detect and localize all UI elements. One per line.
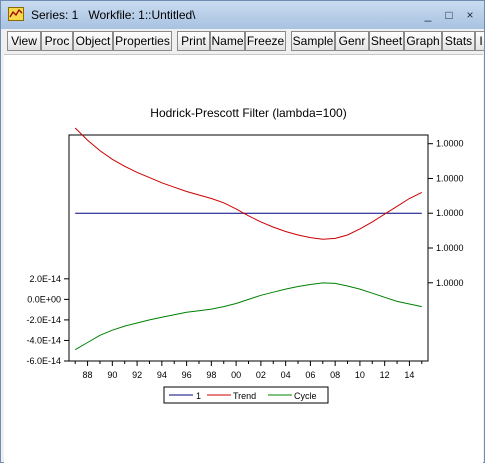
- toolbar: View Proc Object Properties Print Name F…: [4, 31, 484, 53]
- x-axis-tick-label: 02: [256, 370, 266, 380]
- right-axis-tick-label: 1.0000: [436, 278, 464, 288]
- right-axis-tick-label: 1.0000: [436, 243, 464, 253]
- proc-button[interactable]: Proc: [41, 31, 73, 51]
- title-bar[interactable]: Series: 1 Workfile: 1::Untitled\ _ □ ×: [1, 1, 484, 29]
- sample-button[interactable]: Sample: [291, 31, 335, 51]
- x-axis-tick-label: 06: [305, 370, 315, 380]
- x-axis-tick-label: 12: [380, 370, 390, 380]
- minimize-button[interactable]: _: [421, 8, 435, 22]
- right-axis-tick-label: 1.0000: [436, 139, 464, 149]
- left-axis-tick-label: -2.0E-14: [26, 315, 61, 325]
- ident-button[interactable]: I: [475, 31, 484, 51]
- left-axis-tick-label: -6.0E-14: [26, 356, 61, 366]
- x-axis-tick-label: 04: [281, 370, 291, 380]
- graph-button[interactable]: Graph: [404, 31, 442, 51]
- properties-button[interactable]: Properties: [113, 31, 172, 51]
- maximize-button[interactable]: □: [442, 8, 456, 22]
- print-button[interactable]: Print: [177, 31, 210, 51]
- x-axis-tick-label: 08: [330, 370, 340, 380]
- x-axis-tick-label: 90: [107, 370, 117, 380]
- hp-filter-chart: Hodrick-Prescott Filter (lambda=100) 2.0E…: [26, 106, 464, 404]
- x-axis-tick-label: 00: [231, 370, 241, 380]
- x-axis-tick-label: 88: [83, 370, 93, 380]
- left-axis-tick-label: 0.0E+00: [27, 294, 61, 304]
- close-button[interactable]: ×: [463, 8, 477, 22]
- genr-button[interactable]: Genr: [335, 31, 369, 51]
- x-axis-tick-label: 96: [182, 370, 192, 380]
- sheet-button[interactable]: Sheet: [369, 31, 404, 51]
- chart-title: Hodrick-Prescott Filter (lambda=100): [150, 106, 346, 120]
- x-axis-tick-label: 94: [157, 370, 167, 380]
- right-axis-tick-label: 1.0000: [436, 208, 464, 218]
- object-button[interactable]: Object: [73, 31, 113, 51]
- legend-label: Trend: [233, 391, 256, 401]
- series-window-icon: [8, 7, 24, 21]
- x-axis-tick-label: 92: [132, 370, 142, 380]
- x-axis-tick-label: 10: [355, 370, 365, 380]
- x-axis-tick-label: 98: [206, 370, 216, 380]
- stats-button[interactable]: Stats: [442, 31, 475, 51]
- name-button[interactable]: Name: [210, 31, 245, 51]
- legend-label: 1: [196, 391, 201, 401]
- legend-label: Cycle: [294, 391, 317, 401]
- view-button[interactable]: View: [7, 31, 41, 51]
- left-axis-tick-label: 2.0E-14: [29, 274, 61, 284]
- freeze-button[interactable]: Freeze: [245, 31, 286, 51]
- right-axis-tick-label: 1.0000: [436, 173, 464, 183]
- left-axis-tick-label: -4.0E-14: [26, 335, 61, 345]
- series-window: Series: 1 Workfile: 1::Untitled\ _ □ × V…: [0, 0, 485, 463]
- graph-area: Hodrick-Prescott Filter (lambda=100) 2.0E…: [4, 54, 483, 463]
- x-axis-tick-label: 14: [404, 370, 414, 380]
- window-title: Series: 1 Workfile: 1::Untitled\: [31, 8, 196, 22]
